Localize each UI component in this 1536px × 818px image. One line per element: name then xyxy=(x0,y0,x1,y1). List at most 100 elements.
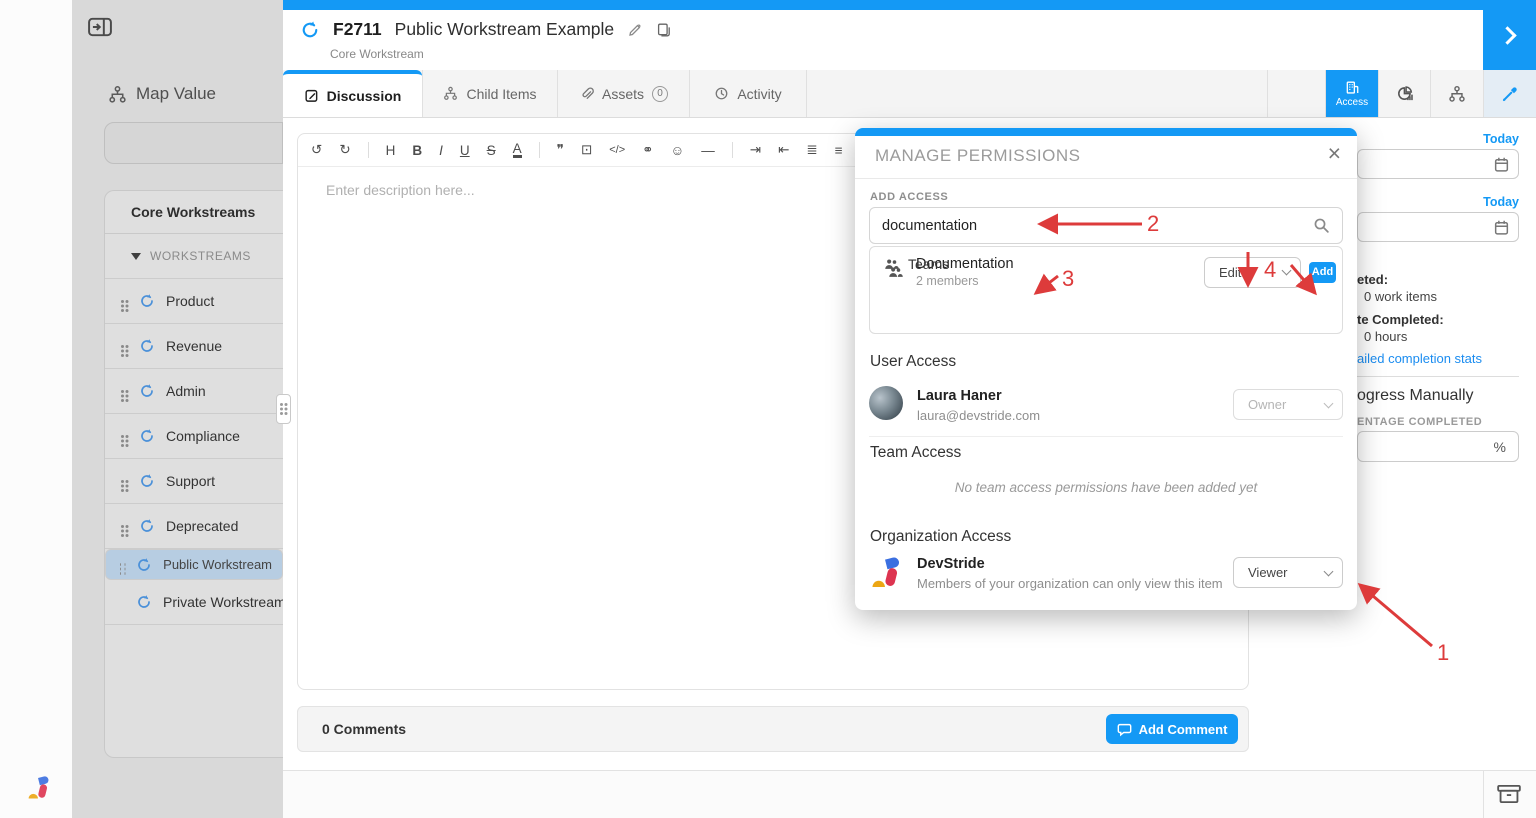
completed-value-fragment: 0 work items xyxy=(1364,289,1437,304)
code-block-icon[interactable]: ⊡ xyxy=(581,142,592,158)
item-subtitle: Core Workstream xyxy=(330,47,424,61)
copy-link-icon[interactable] xyxy=(656,22,672,38)
tab-access[interactable]: Access xyxy=(1325,70,1378,117)
text-color-icon[interactable]: A xyxy=(513,142,522,159)
toolbar-divider xyxy=(539,142,540,158)
tab-assets[interactable]: Assets 0 xyxy=(557,70,689,117)
add-access-search[interactable] xyxy=(869,207,1343,244)
drag-handle-icon[interactable] xyxy=(121,300,124,303)
sidebar-item-product[interactable]: Product xyxy=(105,279,283,324)
tab-hierarchy[interactable] xyxy=(1430,70,1483,117)
map-value-label: Map Value xyxy=(136,84,216,104)
chevron-right-icon xyxy=(1498,26,1516,44)
workstream-icon xyxy=(139,473,155,489)
org-role-select[interactable]: Viewer xyxy=(1233,557,1343,588)
add-team-button[interactable]: Add xyxy=(1309,262,1336,283)
bold-icon[interactable]: B xyxy=(412,143,422,158)
sidebar-item-deprecated[interactable]: Deprecated xyxy=(105,504,283,549)
close-icon[interactable]: × xyxy=(1328,140,1341,167)
tab-style-picker[interactable] xyxy=(1483,70,1536,117)
teams-group-label: Teams xyxy=(908,256,949,272)
drag-handle-icon[interactable] xyxy=(121,525,124,528)
sidebar-item-admin[interactable]: Admin xyxy=(105,369,283,414)
panel-resize-handle[interactable] xyxy=(276,394,291,424)
redo-icon[interactable]: ↻ xyxy=(339,142,350,158)
sidebar-item-revenue[interactable]: Revenue xyxy=(105,324,283,369)
expand-panel-button[interactable] xyxy=(1483,0,1536,70)
search-icon[interactable] xyxy=(1313,217,1330,234)
heading-icon[interactable]: H xyxy=(386,143,396,158)
drag-handle-icon[interactable] xyxy=(121,435,124,438)
org-name: DevStride xyxy=(917,556,985,572)
teams-icon xyxy=(884,257,899,272)
sidebar-item-public-workstream[interactable]: Public Workstream xyxy=(105,549,283,580)
workstream-icon xyxy=(139,293,155,309)
sidebar-item-compliance[interactable]: Compliance xyxy=(105,414,283,459)
add-access-label: ADD ACCESS xyxy=(870,191,948,203)
start-date-input[interactable] xyxy=(1357,149,1519,179)
horizontal-rule-icon[interactable]: — xyxy=(701,143,715,158)
drag-handle-icon[interactable] xyxy=(121,345,124,348)
organization-access-heading: Organization Access xyxy=(870,528,1011,546)
start-date-today-link[interactable]: Today xyxy=(1357,132,1519,146)
description-placeholder: Enter description here... xyxy=(326,182,475,198)
devstride-org-logo-icon xyxy=(869,556,901,590)
sidebar-item-private-workstream[interactable]: Private Workstream xyxy=(105,580,283,625)
tab-reports[interactable] xyxy=(1378,70,1430,117)
undo-icon[interactable]: ↺ xyxy=(311,142,322,158)
workstream-icon xyxy=(136,557,152,573)
strikethrough-icon[interactable]: S xyxy=(487,143,496,158)
teams-group-row: Teams xyxy=(884,256,949,272)
drag-handle-icon[interactable] xyxy=(120,563,121,566)
devstride-logo-icon xyxy=(26,775,50,801)
indent-icon[interactable]: ⇥ xyxy=(750,142,761,158)
add-access-search-input[interactable] xyxy=(882,218,1313,234)
end-date-input[interactable] xyxy=(1357,212,1519,242)
sidebar-item-label: Product xyxy=(166,293,214,309)
toolbar-divider xyxy=(732,142,733,158)
drag-handle-icon[interactable] xyxy=(121,480,124,483)
bullet-list-icon[interactable]: ≡ xyxy=(835,143,843,158)
top-accent-bar xyxy=(283,0,1536,10)
comments-bar: 0 Comments Add Comment xyxy=(297,706,1249,752)
emoji-icon[interactable]: ☺ xyxy=(670,143,684,158)
workstreams-section-toggle[interactable]: WORKSTREAMS xyxy=(105,234,283,279)
inline-code-icon[interactable]: </> xyxy=(609,144,625,156)
map-value-input[interactable] xyxy=(104,122,283,164)
team-result-row[interactable]: Documentation 2 members Editor Add xyxy=(870,247,1344,297)
edit-title-icon[interactable] xyxy=(627,22,643,38)
link-icon[interactable]: ⚭ xyxy=(642,142,653,158)
team-role-select[interactable]: Editor xyxy=(1204,257,1301,288)
sidebar-item-support[interactable]: Support xyxy=(105,459,283,504)
add-comment-button[interactable]: Add Comment xyxy=(1106,714,1238,744)
tab-child-items[interactable]: Child Items xyxy=(422,70,557,117)
chevron-down-icon xyxy=(1324,566,1334,576)
assets-count-badge: 0 xyxy=(652,86,668,102)
outdent-icon[interactable]: ⇤ xyxy=(778,142,789,158)
workstream-icon xyxy=(136,594,152,610)
manage-permissions-modal: MANAGE PERMISSIONS × ADD ACCESS Teams Do… xyxy=(855,128,1357,610)
completion-stats-link-fragment[interactable]: ailed completion stats xyxy=(1357,351,1482,366)
calendar-icon[interactable] xyxy=(1493,156,1510,173)
collapse-sidebar-icon[interactable] xyxy=(88,16,112,38)
org-description: Members of your organization can only vi… xyxy=(917,576,1223,591)
ordered-list-icon[interactable]: ≣ xyxy=(806,142,817,158)
footer-bar xyxy=(283,770,1536,818)
user-role-select[interactable]: Owner xyxy=(1233,389,1343,420)
arrow-1 xyxy=(1360,585,1432,646)
archive-icon[interactable] xyxy=(1496,782,1522,806)
percentage-input[interactable]: % xyxy=(1357,431,1519,462)
toolbar-divider xyxy=(368,142,369,158)
item-id: F2711 xyxy=(333,19,382,40)
end-date-today-link[interactable]: Today xyxy=(1357,195,1519,209)
chevron-down-icon xyxy=(1324,398,1334,408)
sidebar-item-label: Admin xyxy=(166,383,206,399)
italic-icon[interactable]: I xyxy=(439,143,443,158)
drag-handle-icon[interactable] xyxy=(121,390,124,393)
tab-activity[interactable]: Activity xyxy=(689,70,806,117)
tab-discussion[interactable]: Discussion xyxy=(283,70,422,117)
underline-icon[interactable]: U xyxy=(460,143,470,158)
map-value-icon xyxy=(108,85,127,104)
blockquote-icon[interactable]: ❞ xyxy=(557,142,564,158)
calendar-icon[interactable] xyxy=(1493,219,1510,236)
